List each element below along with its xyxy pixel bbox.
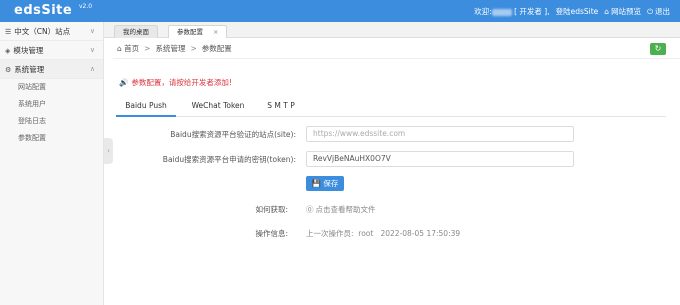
- tab-smtp[interactable]: S M T P: [256, 97, 306, 117]
- token-label: Baidu搜索资源平台申请的密钥(token):: [162, 155, 296, 164]
- sidebar: ☰ 中文（CN）站点 ∨ ◈ 模块管理 ∨ ⚙ 系统管理 ∧ 网站配置 系统用户 登陆…: [0, 22, 104, 305]
- chevron-up-icon: ∧: [89, 65, 95, 73]
- username-blurred: [491, 8, 512, 16]
- user-role: [ 开发者 ],: [514, 7, 550, 16]
- logout-label: 退出: [655, 7, 670, 16]
- home-icon: ⌂: [117, 44, 122, 53]
- tab-label: 参数配置: [177, 28, 203, 36]
- sidebar-collapse-handle[interactable]: ‹: [104, 138, 113, 164]
- tab-strip: 我的桌面 参数配置 ×: [104, 22, 680, 38]
- app-logo: edsSite: [14, 3, 73, 18]
- sidebar-subitem-login-log[interactable]: 登陆日志: [0, 113, 103, 130]
- breadcrumb-separator: >: [144, 44, 151, 53]
- alert-message: 🔊 参数配置，请按给开发者添加!: [119, 77, 232, 88]
- refresh-icon: ↻: [654, 44, 662, 53]
- alert-text: 参数配置，请按给开发者添加!: [131, 78, 232, 87]
- power-icon: ⏻: [647, 7, 653, 16]
- chevron-down-icon: ∨: [89, 27, 95, 35]
- breadcrumb-separator: >: [190, 44, 197, 53]
- top-right-menu: 欢迎: [ 开发者 ], 登陆edsSite ⌂ 网站预览 ⏻ 退出: [474, 6, 670, 17]
- login-link[interactable]: 登陆edsSite: [556, 6, 599, 17]
- logout-link[interactable]: ⏻ 退出: [647, 6, 670, 17]
- breadcrumb: ⌂ 首页 > 系统管理 > 参数配置: [113, 39, 680, 59]
- site-input[interactable]: https://www.edssite.com: [306, 126, 574, 142]
- sidebar-item-label: 中文（CN）站点: [14, 27, 71, 36]
- chevron-down-icon: ∨: [89, 46, 95, 54]
- save-button[interactable]: 💾 保存: [306, 176, 344, 191]
- preview-link[interactable]: ⌂ 网站预览: [604, 6, 641, 17]
- sidebar-subitem-site-config[interactable]: 网站配置: [0, 79, 103, 96]
- sidebar-item-label: 模块管理: [13, 46, 44, 55]
- sidebar-subitem-system-users[interactable]: 系统用户: [0, 96, 103, 113]
- speaker-icon: 🔊: [119, 78, 129, 87]
- op-info-label: 操作信息:: [255, 229, 288, 238]
- tab-label: 我的桌面: [123, 28, 149, 36]
- app-version: v2.0: [79, 3, 93, 10]
- op-info-value: 上一次操作员: root 2022-08-05 17:50:39: [306, 229, 461, 238]
- welcome-prefix: 欢迎:: [474, 7, 492, 16]
- tab-param-config[interactable]: 参数配置 ×: [168, 25, 228, 38]
- help-link-text: 点击查看帮助文件: [315, 205, 376, 214]
- help-link[interactable]: ⓪ 点击查看帮助文件: [306, 204, 376, 215]
- token-input[interactable]: RevVjBeNAuHX0O7V: [306, 151, 574, 167]
- tab-wechat-token[interactable]: WeChat Token: [186, 97, 250, 117]
- gear-icon: ⚙: [5, 66, 12, 74]
- sidebar-item-modules[interactable]: ◈ 模块管理 ∨: [0, 41, 103, 60]
- tab-my-desktop[interactable]: 我的桌面: [114, 25, 158, 38]
- sidebar-item-site[interactable]: ☰ 中文（CN）站点 ∨: [0, 22, 103, 41]
- chevron-left-icon: ‹: [107, 147, 110, 155]
- menu-icon: ☰: [5, 28, 12, 36]
- close-icon[interactable]: ×: [213, 28, 218, 36]
- sidebar-item-label: 系统管理: [14, 65, 45, 74]
- breadcrumb-current: 参数配置: [201, 44, 232, 53]
- sidebar-subitem-params[interactable]: 参数配置: [0, 130, 103, 147]
- breadcrumb-home[interactable]: 首页: [124, 44, 139, 53]
- welcome-text: 欢迎: [ 开发者 ],: [474, 6, 549, 17]
- help-icon: ⓪: [306, 205, 314, 214]
- sidebar-item-system[interactable]: ⚙ 系统管理 ∧: [0, 60, 103, 79]
- preview-label: 网站预览: [611, 7, 642, 16]
- save-label: 保存: [323, 179, 339, 188]
- site-label: Baidu搜索资源平台验证的站点(site):: [170, 130, 296, 139]
- howto-label: 如何获取:: [255, 205, 288, 214]
- content-tabs: Baidu Push WeChat Token S M T P: [116, 97, 666, 117]
- save-icon: 💾: [311, 179, 321, 188]
- tab-baidu-push[interactable]: Baidu Push: [116, 97, 176, 117]
- top-bar: edsSite v2.0 欢迎: [ 开发者 ], 登陆edsSite ⌂ 网站预…: [0, 0, 680, 22]
- breadcrumb-system[interactable]: 系统管理: [155, 44, 185, 53]
- home-icon: ⌂: [604, 7, 610, 16]
- refresh-button[interactable]: ↻: [650, 43, 666, 55]
- grid-icon: ◈: [5, 47, 11, 55]
